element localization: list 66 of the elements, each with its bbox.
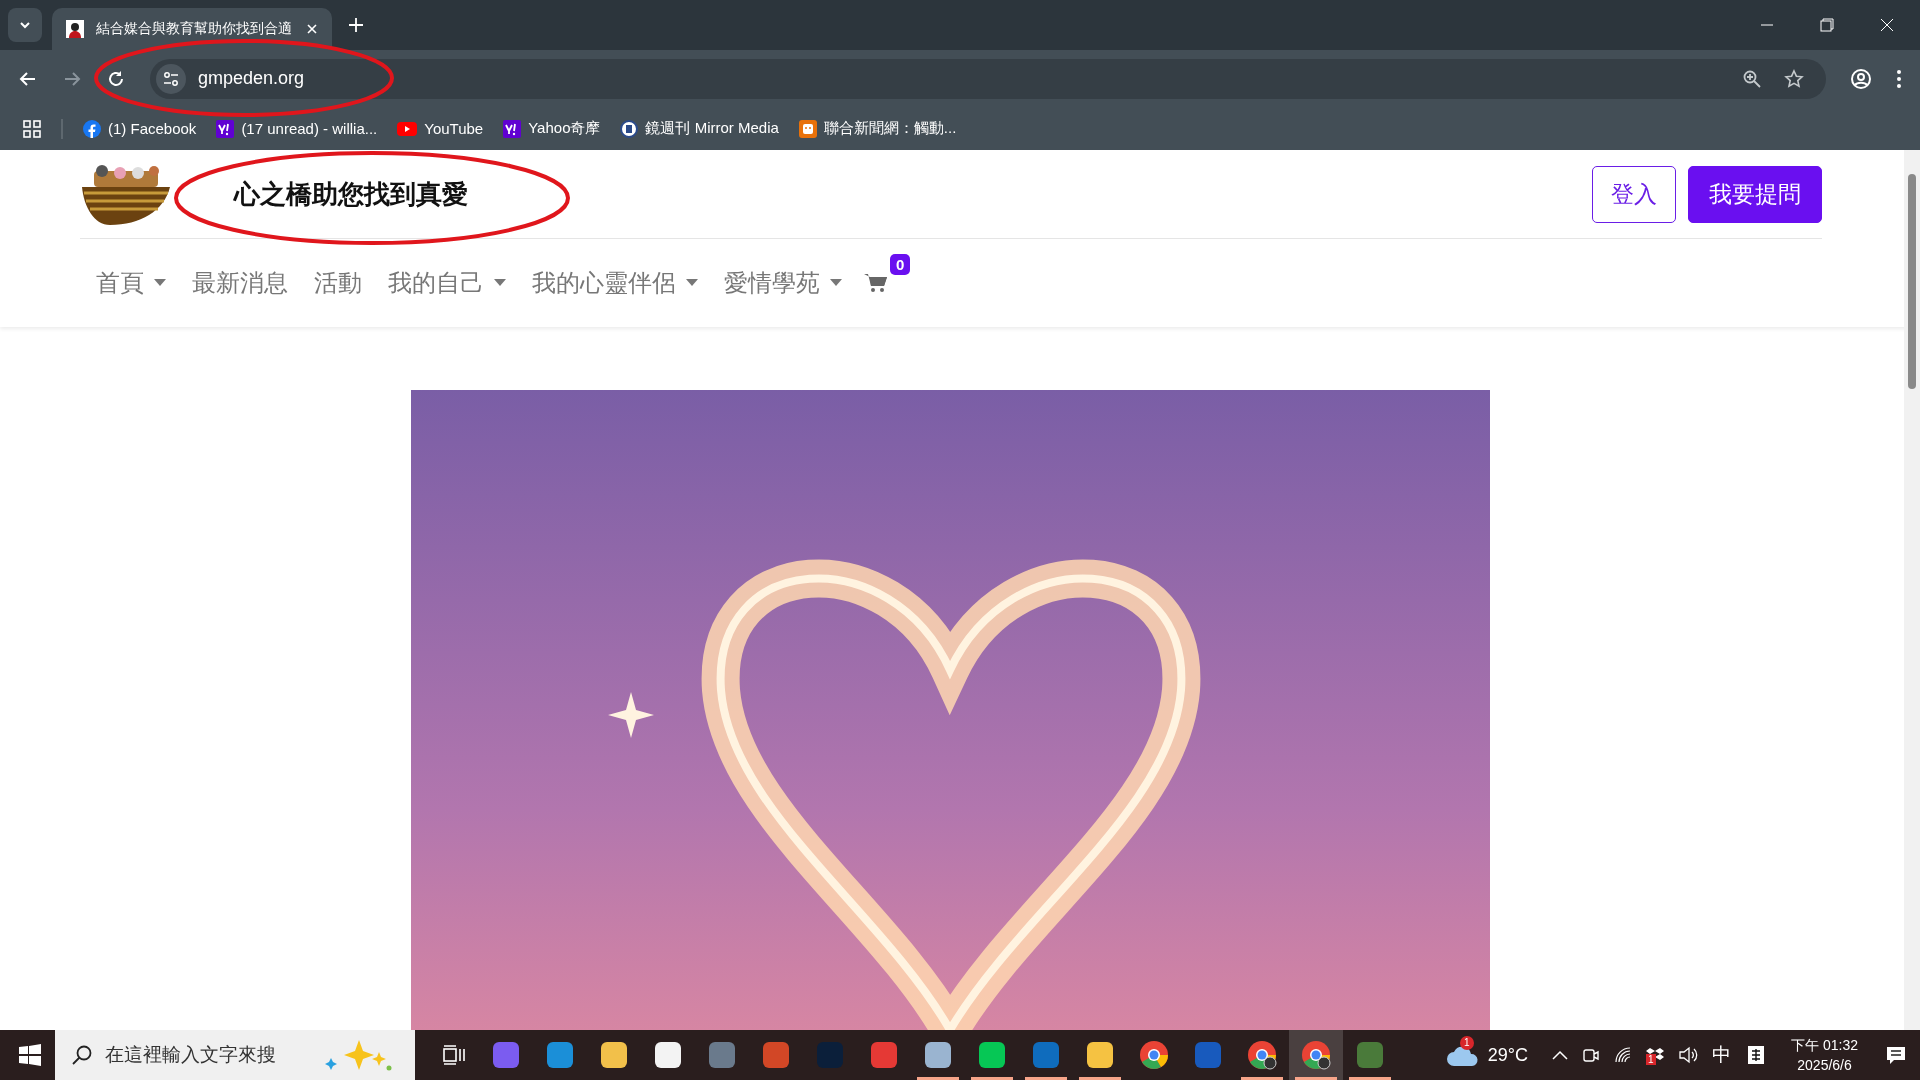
caret-icon [494,279,506,287]
caret-icon [830,279,842,287]
temperature-text: 29°C [1487,1044,1529,1066]
cart-icon[interactable] [864,272,888,294]
chevron-up-icon[interactable] [1552,1050,1569,1060]
running-indicator [1025,1077,1067,1080]
ask-question-button[interactable]: 我要提問 [1688,165,1822,223]
address-bar[interactable]: gmpeden.org [150,58,1826,99]
nav-link[interactable]: 活動 [314,267,362,299]
star-icon[interactable] [1784,68,1804,89]
clock-date: 2025/6/6 [1797,1056,1852,1075]
running-indicator [917,1077,959,1080]
running-indicator [1079,1077,1121,1080]
wifi-icon[interactable] [1614,1046,1633,1064]
input-method-indicator[interactable]: 中 [1712,1042,1732,1068]
restore-icon[interactable] [1820,18,1834,32]
nav-link[interactable]: 最新消息 [192,267,288,299]
browser-tab[interactable]: 結合媒合與教育幫助你找到合適 [52,8,332,50]
bookmark-link[interactable]: YouTube [397,120,484,137]
taskbar-app[interactable] [1289,1030,1343,1080]
caret-icon [686,279,698,287]
close-icon[interactable] [1880,18,1894,32]
clock-time: 下午 01:32 [1791,1036,1858,1055]
url-text: gmpeden.org [198,68,305,89]
nav-link[interactable]: 我的心靈伴侶 [532,267,698,299]
ime-mode-icon[interactable] [1747,1045,1766,1065]
profile-icon[interactable] [1850,67,1872,90]
running-indicator [971,1077,1013,1080]
notification-badge: 1 [1459,1036,1474,1050]
windows-start-icon[interactable] [19,1044,41,1066]
apps-grid-icon[interactable] [23,119,41,138]
favicon-icon [66,20,84,38]
bookmark-link[interactable]: Yahoo奇摩 [503,119,601,138]
play-icon [397,121,418,136]
tab-title: 結合媒合與教育幫助你找到合適 [96,20,293,38]
taskbar-search-field[interactable]: 在這裡輸入文字來搜 [55,1030,415,1080]
task-view-icon[interactable] [443,1045,465,1065]
login-button[interactable]: 登入 [1592,165,1676,223]
nav-link[interactable]: 愛情學苑 [724,267,842,299]
bookmark-link[interactable]: 聯合新聞網：觸動... [798,119,957,138]
running-indicator [1349,1077,1391,1080]
notification-badge: 1 [1646,1054,1656,1065]
nav-link[interactable]: 我的自己 [388,267,506,299]
tab-search-button[interactable] [8,8,42,42]
site-settings-icon[interactable] [162,69,180,88]
running-indicator [1295,1077,1337,1080]
site-title: 心之橋助您找到真愛 [234,177,468,211]
camera-icon[interactable] [1582,1046,1601,1064]
nav-link[interactable]: 首頁 [96,267,166,299]
cart-count-badge: 0 [890,254,911,275]
zoom-in-icon[interactable] [1742,68,1762,89]
scrollbar-thumb[interactable] [1908,174,1916,389]
bookmark-link[interactable]: (1) Facebook [83,119,197,138]
speaker-icon[interactable] [1678,1046,1699,1064]
bookmark-link[interactable]: (17 unread) - willia... [216,119,378,138]
bookmark-link[interactable]: 鏡週刊 Mirror Media [620,119,779,138]
new-tab-icon[interactable] [348,17,364,33]
close-tab-icon[interactable] [306,23,318,35]
search-field[interactable]: 在這裡輸入文字來搜 [103,1043,311,1067]
caret-icon [154,279,166,287]
running-indicator [1241,1077,1283,1080]
square-logo-icon [798,119,817,138]
search-icon [71,1044,93,1066]
round-logo-icon [620,119,639,138]
notifications-icon[interactable] [1886,1045,1906,1065]
menu-icon[interactable] [1896,68,1902,89]
